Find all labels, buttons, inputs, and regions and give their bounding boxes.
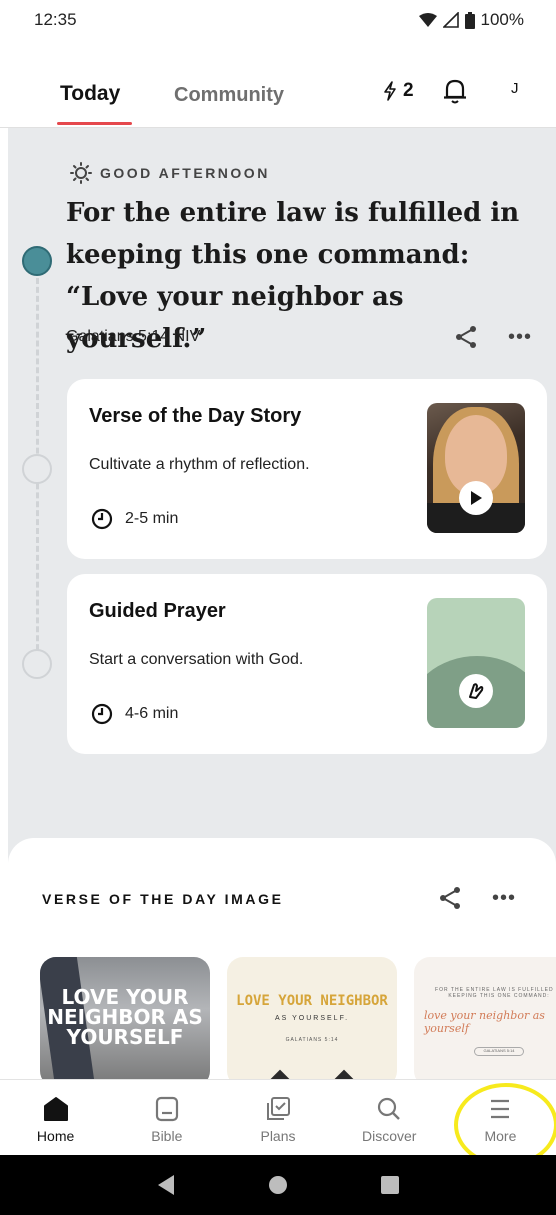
more-options-icon[interactable]: ••• (508, 326, 532, 349)
story-video-thumbnail[interactable] (427, 403, 525, 533)
card-title: Verse of the Day Story (89, 405, 302, 427)
verse-image-title: LOVE YOUR NEIGHBOR (236, 993, 388, 1009)
share-icon[interactable] (454, 325, 478, 349)
praying-hands-icon (459, 674, 493, 708)
home-icon (43, 1097, 68, 1121)
more-options-icon[interactable]: ••• (492, 887, 516, 910)
verse-image-top-text: FOR THE ENTIRE LAW IS FULFILLED IN KEEPI… (435, 987, 556, 999)
card-title: Guided Prayer (89, 600, 226, 622)
verse-image-2[interactable]: LOVE YOUR NEIGHBOR AS YOURSELF. GALATIAN… (227, 957, 397, 1087)
battery-icon (464, 11, 475, 29)
bible-icon (155, 1096, 178, 1122)
back-icon[interactable] (156, 1174, 176, 1196)
nav-label: Discover (361, 1128, 417, 1144)
sun-icon (70, 162, 92, 184)
plans-icon (267, 1097, 290, 1120)
search-icon (378, 1097, 401, 1120)
timeline-dot (22, 649, 52, 679)
verse-image-reference: GALATIANS 5:14 (474, 1047, 524, 1056)
notifications-bell-icon[interactable] (443, 78, 467, 104)
section-title: VERSE OF THE DAY IMAGE (42, 891, 284, 907)
system-navigation-bar (0, 1155, 556, 1215)
verse-story-card[interactable]: Verse of the Day Story Cultivate a rhyth… (67, 379, 547, 559)
card-description: Start a conversation with God. (89, 651, 304, 668)
duration-text: 2-5 min (125, 510, 179, 527)
tab-today[interactable]: Today (60, 82, 120, 106)
status-time: 12:35 (34, 10, 77, 29)
play-icon[interactable] (459, 481, 493, 515)
duration-text: 4-6 min (125, 705, 179, 722)
verse-reference[interactable]: Galatians 5:14 NIV (66, 328, 200, 346)
nav-plans[interactable]: Plans (222, 1080, 333, 1155)
nav-home[interactable]: Home (0, 1080, 111, 1155)
status-icons: 100% (418, 10, 524, 30)
nav-discover[interactable]: Discover (334, 1080, 445, 1155)
verse-image-reference: GALATIANS 5:14 (285, 1037, 339, 1043)
battery-percent: 100% (480, 10, 524, 29)
verse-image-section: VERSE OF THE DAY IMAGE ••• LOVE YOUR NEI… (8, 838, 556, 1088)
lightning-icon (384, 81, 396, 101)
active-tab-indicator (57, 122, 132, 125)
clock-icon (91, 508, 113, 530)
verse-image-subtitle: AS YOURSELF. (274, 1015, 350, 1022)
prayer-thumbnail[interactable] (427, 598, 525, 728)
nav-more[interactable]: More (445, 1080, 556, 1155)
streak-button[interactable]: 2 (383, 80, 414, 102)
home-circle-icon[interactable] (268, 1175, 288, 1195)
nav-label: Plans (260, 1128, 296, 1144)
recents-icon[interactable] (380, 1175, 400, 1195)
timeline-dot-active (22, 246, 52, 276)
status-bar: 12:35 100% (0, 0, 556, 40)
card-description: Cultivate a rhythm of reflection. (89, 456, 310, 473)
clock-icon (91, 703, 113, 725)
guided-prayer-card[interactable]: Guided Prayer Start a conversation with … (67, 574, 547, 754)
verse-image-3[interactable]: FOR THE ENTIRE LAW IS FULFILLED IN KEEPI… (414, 957, 556, 1087)
nav-bible[interactable]: Bible (111, 1080, 222, 1155)
card-duration: 4-6 min (91, 703, 178, 725)
verse-image-script: love your neighbor as yourself (424, 1009, 545, 1035)
nav-label: Bible (151, 1128, 183, 1144)
bottom-navigation: Home Bible Plans Discover More (0, 1079, 556, 1155)
verse-image-1[interactable]: LOVE YOUR NEIGHBOR AS YOURSELF (40, 957, 210, 1087)
greeting-text: GOOD AFTERNOON (100, 165, 270, 181)
tab-community[interactable]: Community (174, 84, 284, 107)
nav-label: More (484, 1128, 517, 1144)
signal-icon (442, 12, 459, 28)
streak-count: 2 (403, 80, 414, 101)
wifi-icon (418, 13, 437, 27)
top-bar: Today Community 2 J (0, 60, 556, 128)
profile-avatar[interactable]: J (511, 80, 519, 97)
menu-icon (491, 1099, 510, 1119)
card-duration: 2-5 min (91, 508, 178, 530)
nav-label: Home (36, 1128, 75, 1144)
share-icon[interactable] (438, 886, 462, 910)
greeting: GOOD AFTERNOON (70, 162, 270, 184)
timeline-dot (22, 454, 52, 484)
verse-image-text: LOVE YOUR NEIGHBOR AS YOURSELF (47, 985, 203, 1049)
